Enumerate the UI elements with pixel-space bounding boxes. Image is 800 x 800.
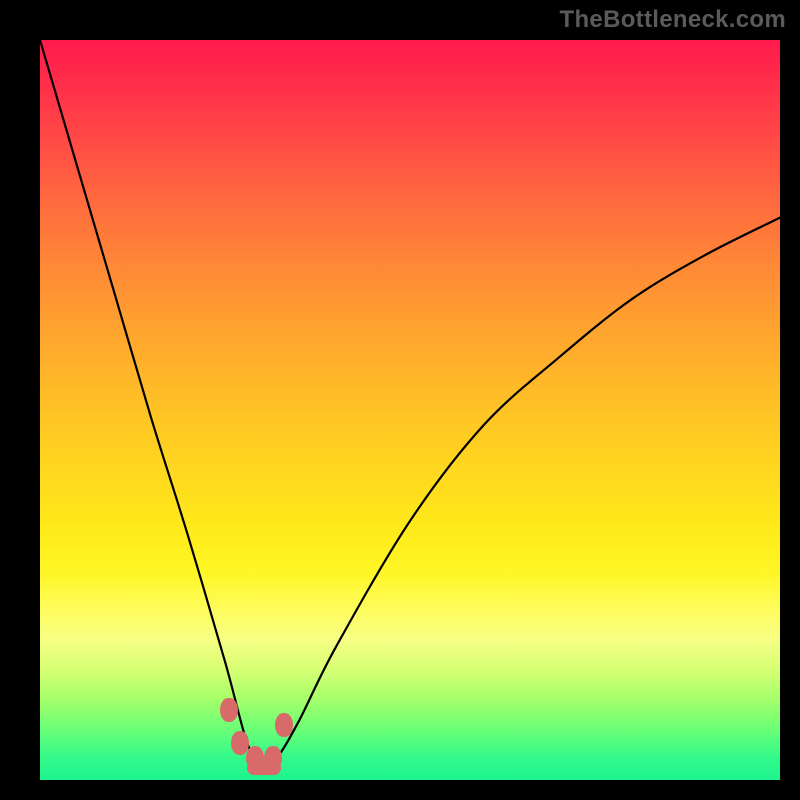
watermark-text: TheBottleneck.com bbox=[560, 6, 786, 34]
bottleneck-curve bbox=[40, 40, 780, 780]
marker-point bbox=[220, 698, 238, 722]
marker-connector bbox=[247, 761, 281, 775]
marker-point bbox=[275, 713, 293, 737]
chart-plot-area bbox=[40, 40, 780, 780]
